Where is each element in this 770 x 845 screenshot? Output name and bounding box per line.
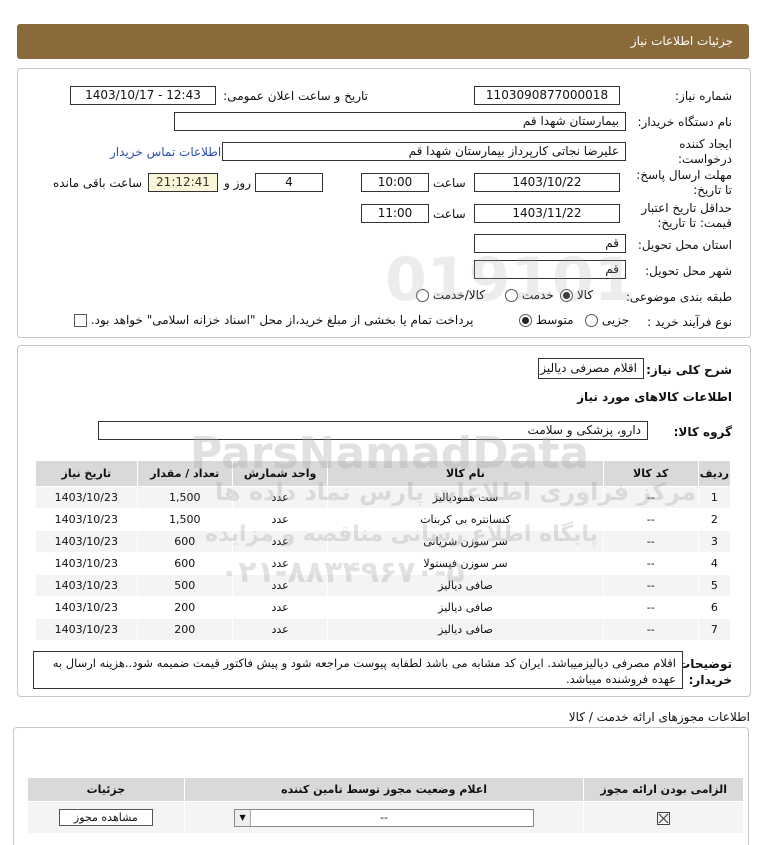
buyer-org-label: نام دستگاه خریدار: <box>637 115 733 129</box>
summary-label: شرح کلی نیاز: <box>646 363 732 377</box>
announce-label: تاریخ و ساعت اعلان عمومی: <box>223 89 368 103</box>
category-option-goods[interactable]: کالا <box>560 288 593 302</box>
category-option-service[interactable]: خدمت <box>505 288 554 302</box>
group-label: گروه کالا: <box>673 425 732 439</box>
table-row: 6 -- صافی دیالیز عدد 200 1403/10/23 <box>35 596 732 619</box>
validity-label-2: قیمت: تا تاریخ: <box>657 216 732 230</box>
table-row: 5 -- صافی دیالیز عدد 500 1403/10/23 <box>35 574 732 597</box>
need-number-field: 1103090877000018 <box>474 86 620 105</box>
summary-field: اقلام مصرفی دیالیز <box>538 358 644 379</box>
notes-field: اقلام مصرفی دیالیزمیباشد. ایران کد مشابه… <box>33 651 683 689</box>
table-row: 2 -- کنسانتره بی کربنات عدد 1,500 1403/1… <box>35 508 732 531</box>
perm-status-cell: -- ▼ <box>183 801 585 834</box>
perm-col-details: جزئیات <box>27 777 185 802</box>
col-qty: تعداد / مقدار <box>136 460 233 487</box>
days-label: روز و <box>224 176 251 190</box>
col-row: ردیف <box>697 460 732 487</box>
chevron-down-icon[interactable]: ▼ <box>235 809 252 826</box>
province-field: قم <box>474 234 626 253</box>
validity-time-label: ساعت <box>433 207 466 221</box>
province-label: استان محل تحویل: <box>637 238 732 252</box>
col-unit: واحد شمارش <box>231 460 329 487</box>
permits-title: اطلاعات مجوزهای ارائه خدمت / کالا <box>568 710 750 724</box>
creator-label-1: ایجاد کننده <box>679 137 732 151</box>
process-medium-radio[interactable] <box>519 314 532 327</box>
process-label: نوع فرآیند خرید : <box>647 315 732 329</box>
perm-details-cell: مشاهده مجوز <box>27 801 185 834</box>
days-field: 4 <box>255 173 323 192</box>
table-row: 3 -- سر سوزن شریانی عدد 600 1403/10/23 <box>35 530 732 553</box>
deadline-label-2: تا تاریخ: <box>693 183 732 197</box>
col-code: کد کالا <box>602 460 699 487</box>
table-row: 1 -- ست همودیالیز عدد 1,500 1403/10/23 <box>35 486 732 509</box>
permits-table-header: الزامی بودن ارائه مجوز اعلام وضعیت مجوز … <box>27 777 744 802</box>
process-option-minor[interactable]: جزیی <box>585 313 629 327</box>
col-name: نام کالا <box>327 460 604 487</box>
table-row: -- ▼ مشاهده مجوز <box>27 801 744 834</box>
items-table: ردیف کد کالا نام کالا واحد شمارش تعداد /… <box>35 460 732 641</box>
buyer-org-field: بیمارستان شهدا قم <box>174 112 626 131</box>
validity-label-1: حداقل تاریخ اعتبار <box>641 201 732 215</box>
deadline-label-1: مهلت ارسال پاسخ: <box>636 168 732 182</box>
payment-checkbox[interactable] <box>74 314 87 327</box>
deadline-time-field: 10:00 <box>361 173 429 192</box>
remaining-time-field: 21:12:41 <box>148 173 218 192</box>
items-table-header: ردیف کد کالا نام کالا واحد شمارش تعداد /… <box>35 460 732 487</box>
deadline-date-field: 1403/10/22 <box>474 173 620 192</box>
items-title: اطلاعات کالاهای مورد نیاز <box>577 390 732 404</box>
category-goods-radio[interactable] <box>560 289 573 302</box>
category-label: طبقه بندی موضوعی: <box>625 290 732 304</box>
city-label: شهر محل تحویل: <box>645 264 732 278</box>
category-option-goods-service[interactable]: کالا/خدمت <box>416 288 485 302</box>
creator-field: علیرضا نجاتی کارپرداز بیمارستان شهدا قم <box>222 142 626 161</box>
creator-label-2: درخواست: <box>678 152 732 166</box>
permit-status-select[interactable]: -- ▼ <box>234 808 535 827</box>
required-checkbox-icon <box>657 811 671 825</box>
need-number-label: شماره نیاز: <box>675 89 732 103</box>
contact-buyer-link[interactable]: اطلاعات تماس خریدار <box>110 145 221 159</box>
table-row: 4 -- سر سوزن فیستولا عدد 600 1403/10/23 <box>35 552 732 575</box>
notes-label-2: خریدار: <box>688 673 732 687</box>
notes-label-1: توضیحات <box>678 657 732 671</box>
perm-col-required: الزامی بودن ارائه مجوز <box>583 777 744 802</box>
page-header: جزئیات اطلاعات نیاز <box>17 24 749 59</box>
perm-required-cell <box>583 801 744 834</box>
category-goods-service-radio[interactable] <box>416 289 429 302</box>
page-title: جزئیات اطلاعات نیاز <box>630 34 733 48</box>
announce-field: 1403/10/17 - 12:43 <box>70 86 216 105</box>
group-field: دارو، پزشکی و سلامت <box>98 421 648 440</box>
remaining-label: ساعت باقی مانده <box>53 176 143 190</box>
perm-col-status: اعلام وضعیت مجوز توسط تامین کننده <box>183 777 585 802</box>
process-minor-radio[interactable] <box>585 314 598 327</box>
permits-table: الزامی بودن ارائه مجوز اعلام وضعیت مجوز … <box>27 777 744 834</box>
validity-time-field: 11:00 <box>361 204 429 223</box>
col-date: تاریخ نیاز <box>35 460 138 487</box>
category-service-radio[interactable] <box>505 289 518 302</box>
process-option-medium[interactable]: متوسط <box>519 313 574 327</box>
deadline-time-label: ساعت <box>433 176 466 190</box>
payment-option[interactable]: پرداخت تمام یا بخشی از مبلغ خرید،از محل … <box>74 313 474 327</box>
table-row: 7 -- صافی دیالیز عدد 200 1403/10/23 <box>35 618 732 641</box>
view-permit-button[interactable]: مشاهده مجوز <box>58 809 153 826</box>
city-field: قم <box>474 260 626 279</box>
validity-date-field: 1403/11/22 <box>474 204 620 223</box>
